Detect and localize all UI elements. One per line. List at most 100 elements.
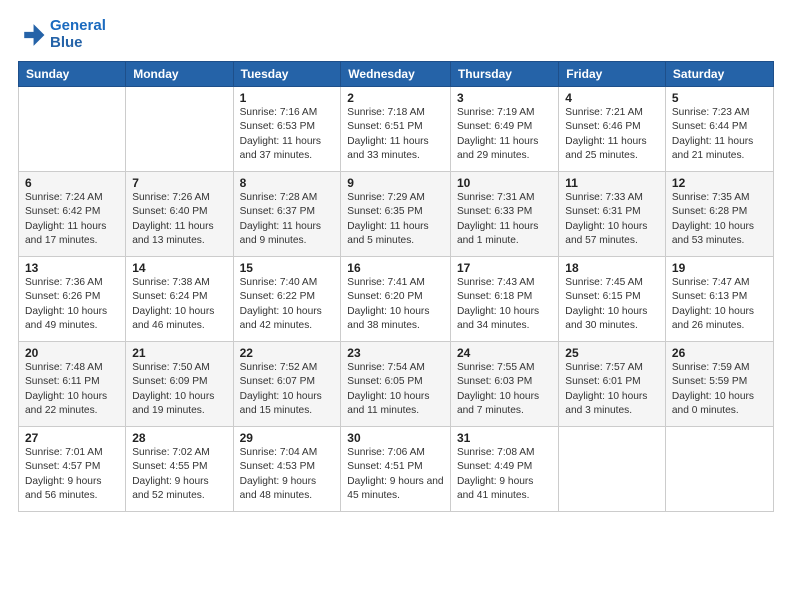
calendar-day-cell: 9Sunrise: 7:29 AMSunset: 6:35 PMDaylight… (341, 172, 451, 257)
day-info: Sunrise: 7:36 AMSunset: 6:26 PMDaylight:… (25, 276, 119, 333)
weekday-header-monday: Monday (126, 62, 233, 87)
calendar-table: SundayMondayTuesdayWednesdayThursdayFrid… (18, 61, 774, 512)
day-number: 31 (457, 431, 552, 445)
calendar-body: 1Sunrise: 7:16 AMSunset: 6:53 PMDaylight… (19, 87, 774, 512)
day-info: Sunrise: 7:19 AMSunset: 6:49 PMDaylight:… (457, 106, 552, 163)
day-number: 12 (672, 176, 767, 190)
calendar-day-cell: 5Sunrise: 7:23 AMSunset: 6:44 PMDaylight… (665, 87, 773, 172)
day-number: 4 (565, 91, 659, 105)
weekday-header-sunday: Sunday (19, 62, 126, 87)
calendar-day-cell: 25Sunrise: 7:57 AMSunset: 6:01 PMDayligh… (559, 342, 666, 427)
calendar-day-cell (126, 87, 233, 172)
day-number: 3 (457, 91, 552, 105)
day-number: 19 (672, 261, 767, 275)
day-info: Sunrise: 7:02 AMSunset: 4:55 PMDaylight:… (132, 446, 226, 503)
calendar-day-cell: 7Sunrise: 7:26 AMSunset: 6:40 PMDaylight… (126, 172, 233, 257)
day-info: Sunrise: 7:35 AMSunset: 6:28 PMDaylight:… (672, 191, 767, 248)
day-info: Sunrise: 7:54 AMSunset: 6:05 PMDaylight:… (347, 361, 444, 418)
calendar-day-cell: 4Sunrise: 7:21 AMSunset: 6:46 PMDaylight… (559, 87, 666, 172)
page: General Blue SundayMondayTuesdayWednesda… (0, 0, 792, 612)
day-info: Sunrise: 7:23 AMSunset: 6:44 PMDaylight:… (672, 106, 767, 163)
calendar-header-row: SundayMondayTuesdayWednesdayThursdayFrid… (19, 62, 774, 87)
day-info: Sunrise: 7:38 AMSunset: 6:24 PMDaylight:… (132, 276, 226, 333)
calendar-day-cell: 6Sunrise: 7:24 AMSunset: 6:42 PMDaylight… (19, 172, 126, 257)
calendar-day-cell: 26Sunrise: 7:59 AMSunset: 5:59 PMDayligh… (665, 342, 773, 427)
day-info: Sunrise: 7:24 AMSunset: 6:42 PMDaylight:… (25, 191, 119, 248)
calendar-day-cell: 22Sunrise: 7:52 AMSunset: 6:07 PMDayligh… (233, 342, 341, 427)
day-number: 18 (565, 261, 659, 275)
day-number: 6 (25, 176, 119, 190)
calendar-week-row: 27Sunrise: 7:01 AMSunset: 4:57 PMDayligh… (19, 427, 774, 512)
day-number: 7 (132, 176, 226, 190)
day-number: 20 (25, 346, 119, 360)
day-number: 17 (457, 261, 552, 275)
day-info: Sunrise: 7:40 AMSunset: 6:22 PMDaylight:… (240, 276, 335, 333)
day-info: Sunrise: 7:33 AMSunset: 6:31 PMDaylight:… (565, 191, 659, 248)
calendar-day-cell: 23Sunrise: 7:54 AMSunset: 6:05 PMDayligh… (341, 342, 451, 427)
day-info: Sunrise: 7:08 AMSunset: 4:49 PMDaylight:… (457, 446, 552, 503)
day-number: 5 (672, 91, 767, 105)
day-number: 26 (672, 346, 767, 360)
day-info: Sunrise: 7:57 AMSunset: 6:01 PMDaylight:… (565, 361, 659, 418)
day-number: 8 (240, 176, 335, 190)
day-info: Sunrise: 7:47 AMSunset: 6:13 PMDaylight:… (672, 276, 767, 333)
day-number: 16 (347, 261, 444, 275)
calendar-day-cell: 1Sunrise: 7:16 AMSunset: 6:53 PMDaylight… (233, 87, 341, 172)
calendar-day-cell: 24Sunrise: 7:55 AMSunset: 6:03 PMDayligh… (450, 342, 558, 427)
calendar-day-cell (665, 427, 773, 512)
day-number: 28 (132, 431, 226, 445)
day-number: 1 (240, 91, 335, 105)
day-info: Sunrise: 7:01 AMSunset: 4:57 PMDaylight:… (25, 446, 119, 503)
day-info: Sunrise: 7:48 AMSunset: 6:11 PMDaylight:… (25, 361, 119, 418)
day-info: Sunrise: 7:45 AMSunset: 6:15 PMDaylight:… (565, 276, 659, 333)
calendar-day-cell: 31Sunrise: 7:08 AMSunset: 4:49 PMDayligh… (450, 427, 558, 512)
calendar-day-cell: 13Sunrise: 7:36 AMSunset: 6:26 PMDayligh… (19, 257, 126, 342)
day-info: Sunrise: 7:16 AMSunset: 6:53 PMDaylight:… (240, 106, 335, 163)
day-number: 23 (347, 346, 444, 360)
day-number: 30 (347, 431, 444, 445)
day-number: 27 (25, 431, 119, 445)
day-number: 25 (565, 346, 659, 360)
calendar-day-cell: 3Sunrise: 7:19 AMSunset: 6:49 PMDaylight… (450, 87, 558, 172)
day-info: Sunrise: 7:26 AMSunset: 6:40 PMDaylight:… (132, 191, 226, 248)
calendar-day-cell: 30Sunrise: 7:06 AMSunset: 4:51 PMDayligh… (341, 427, 451, 512)
calendar-day-cell: 21Sunrise: 7:50 AMSunset: 6:09 PMDayligh… (126, 342, 233, 427)
calendar-day-cell: 14Sunrise: 7:38 AMSunset: 6:24 PMDayligh… (126, 257, 233, 342)
day-info: Sunrise: 7:18 AMSunset: 6:51 PMDaylight:… (347, 106, 444, 163)
logo: General Blue (18, 18, 106, 51)
calendar-day-cell: 17Sunrise: 7:43 AMSunset: 6:18 PMDayligh… (450, 257, 558, 342)
weekday-header-friday: Friday (559, 62, 666, 87)
calendar-day-cell: 11Sunrise: 7:33 AMSunset: 6:31 PMDayligh… (559, 172, 666, 257)
calendar-day-cell: 19Sunrise: 7:47 AMSunset: 6:13 PMDayligh… (665, 257, 773, 342)
calendar-week-row: 13Sunrise: 7:36 AMSunset: 6:26 PMDayligh… (19, 257, 774, 342)
day-number: 15 (240, 261, 335, 275)
calendar-week-row: 1Sunrise: 7:16 AMSunset: 6:53 PMDaylight… (19, 87, 774, 172)
calendar-day-cell: 2Sunrise: 7:18 AMSunset: 6:51 PMDaylight… (341, 87, 451, 172)
calendar-day-cell: 18Sunrise: 7:45 AMSunset: 6:15 PMDayligh… (559, 257, 666, 342)
calendar-day-cell (559, 427, 666, 512)
day-number: 9 (347, 176, 444, 190)
calendar-day-cell: 10Sunrise: 7:31 AMSunset: 6:33 PMDayligh… (450, 172, 558, 257)
calendar-week-row: 20Sunrise: 7:48 AMSunset: 6:11 PMDayligh… (19, 342, 774, 427)
day-number: 2 (347, 91, 444, 105)
logo-icon (18, 21, 46, 49)
day-info: Sunrise: 7:21 AMSunset: 6:46 PMDaylight:… (565, 106, 659, 163)
day-info: Sunrise: 7:43 AMSunset: 6:18 PMDaylight:… (457, 276, 552, 333)
calendar-day-cell: 12Sunrise: 7:35 AMSunset: 6:28 PMDayligh… (665, 172, 773, 257)
day-number: 10 (457, 176, 552, 190)
day-number: 21 (132, 346, 226, 360)
day-number: 22 (240, 346, 335, 360)
day-number: 29 (240, 431, 335, 445)
calendar-day-cell: 29Sunrise: 7:04 AMSunset: 4:53 PMDayligh… (233, 427, 341, 512)
calendar-day-cell: 20Sunrise: 7:48 AMSunset: 6:11 PMDayligh… (19, 342, 126, 427)
weekday-header-thursday: Thursday (450, 62, 558, 87)
day-number: 14 (132, 261, 226, 275)
header: General Blue (18, 18, 774, 51)
day-number: 11 (565, 176, 659, 190)
day-info: Sunrise: 7:29 AMSunset: 6:35 PMDaylight:… (347, 191, 444, 248)
calendar-day-cell: 8Sunrise: 7:28 AMSunset: 6:37 PMDaylight… (233, 172, 341, 257)
calendar-day-cell: 27Sunrise: 7:01 AMSunset: 4:57 PMDayligh… (19, 427, 126, 512)
day-info: Sunrise: 7:52 AMSunset: 6:07 PMDaylight:… (240, 361, 335, 418)
day-info: Sunrise: 7:31 AMSunset: 6:33 PMDaylight:… (457, 191, 552, 248)
day-info: Sunrise: 7:06 AMSunset: 4:51 PMDaylight:… (347, 446, 444, 503)
